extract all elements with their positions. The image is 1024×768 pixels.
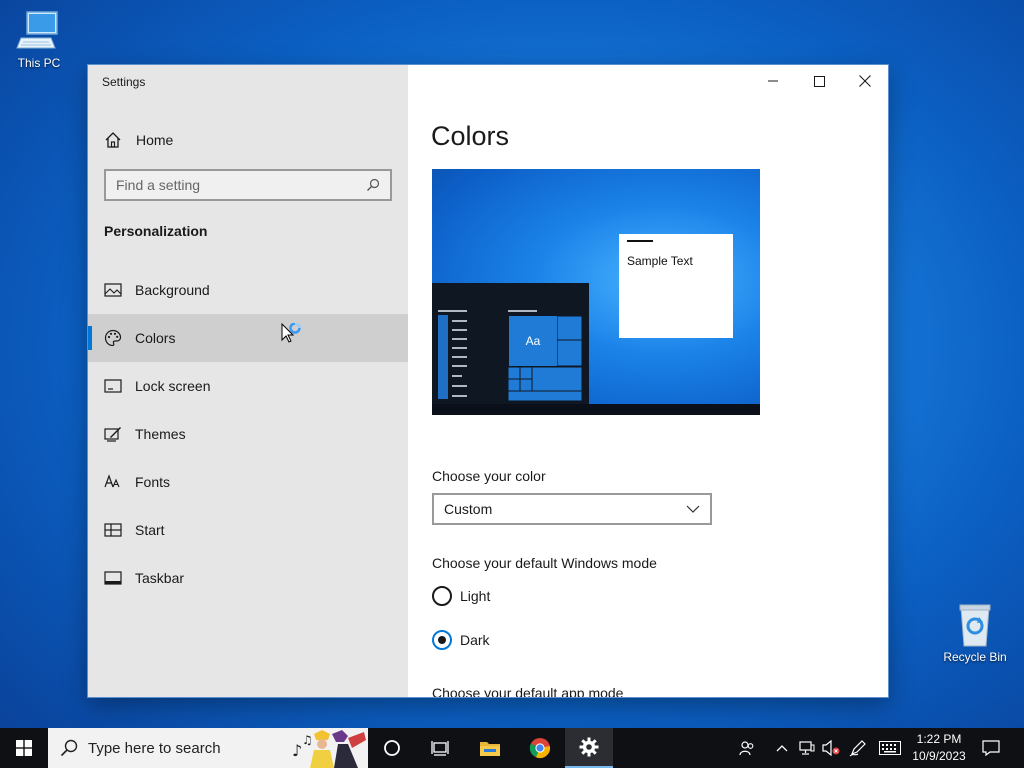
settings-sidebar: Settings Home Personalization Background [88,65,408,697]
page-title: Colors [431,121,510,151]
pen-icon [849,740,866,757]
settings-window: Settings Home Personalization Background [88,65,888,697]
radio-checked-icon [432,630,452,650]
action-center-button[interactable] [978,728,1004,768]
show-hidden-icons-button[interactable] [772,728,792,768]
nav-label-colors: Colors [135,330,176,346]
colors-page: Colors Sample Text Aa Choose your color … [408,65,888,697]
recycle-bin-desktop-icon[interactable]: Recycle Bin [938,602,1012,664]
choose-color-value: Custom [444,501,493,517]
search-highlight-illustration-icon: ♪ ♫ [288,728,368,768]
nav-label-lock-screen: Lock screen [135,378,211,394]
personalization-heading: Personalization [104,223,208,239]
cortana-button[interactable] [368,728,416,768]
dark-label: Dark [460,632,490,648]
nav-item-background[interactable]: Background [88,266,408,314]
settings-taskbar-button[interactable] [565,728,613,768]
nav-item-colors[interactable]: Colors [88,314,408,362]
nav-item-start[interactable]: Start [88,506,408,554]
chrome-icon [529,738,551,759]
taskbar-search-input[interactable] [88,739,288,757]
chevron-down-icon [686,505,700,513]
preview-start-menu: Aa [432,283,589,404]
svg-text:♫: ♫ [302,733,313,747]
start-icon [104,521,122,539]
taskbar-clock[interactable]: 1:22 PM 10/9/2023 [906,731,972,765]
chevron-up-icon [776,745,788,752]
choose-color-label: Choose your color [432,468,546,484]
find-setting-input[interactable] [116,177,366,193]
cortana-circle-icon [384,740,400,756]
nav-item-themes[interactable]: Themes [88,410,408,458]
nav-item-lock-screen[interactable]: Lock screen [88,362,408,410]
this-pc-desktop-icon[interactable]: This PC [2,8,76,70]
window-title: Settings [102,75,146,89]
people-icon [739,741,754,756]
volume-button[interactable] [820,728,842,768]
light-label: Light [460,588,491,604]
pen-workspace-button[interactable] [846,728,870,768]
windows-mode-dark-radio[interactable]: Dark [432,630,490,650]
nav-label-themes: Themes [135,426,186,442]
palette-icon [104,329,122,347]
this-pc-label: This PC [17,56,61,70]
network-button[interactable] [796,728,818,768]
computer-icon [15,8,63,54]
choose-color-dropdown[interactable]: Custom [432,493,712,525]
gear-icon [579,737,599,757]
preview-tile-aa: Aa [509,316,557,366]
windows-mode-light-radio[interactable]: Light [432,586,490,606]
folder-icon [480,742,500,756]
windows-logo-icon [16,740,32,756]
preview-sample-window: Sample Text [619,234,733,338]
preview-sample-text: Sample Text [627,254,693,268]
chrome-button[interactable] [516,728,564,768]
windows-mode-label: Choose your default Windows mode [432,555,657,571]
fonts-icon [104,473,122,491]
keyboard-icon [879,741,901,755]
home-icon [104,131,122,149]
picture-icon [104,281,122,299]
taskbar: ♪ ♫ [0,728,1024,768]
people-button[interactable] [734,728,760,768]
preview-taskbar [432,404,760,415]
nav-label-start: Start [135,522,165,538]
radio-unchecked-icon [432,586,452,606]
recycle-bin-label: Recycle Bin [943,650,1007,664]
app-mode-label: Choose your default app mode [432,685,624,697]
notifications-icon [982,740,1000,756]
search-icon [366,178,380,192]
lock-screen-icon [104,377,122,395]
busy-cursor-icon [281,322,305,347]
nav-label-background: Background [135,282,210,298]
home-label: Home [136,132,174,148]
touch-keyboard-button[interactable] [876,728,904,768]
file-explorer-button[interactable] [466,728,514,768]
svg-text:♪: ♪ [292,741,302,760]
nav-item-taskbar[interactable]: Taskbar [88,554,408,602]
task-view-button[interactable] [416,728,464,768]
themes-icon [104,425,122,443]
taskbar-search-box[interactable]: ♪ ♫ [48,728,368,768]
start-button[interactable] [0,728,48,768]
clock-date: 10/9/2023 [912,749,966,763]
nav-item-fonts[interactable]: Fonts [88,458,408,506]
task-view-icon [431,741,449,756]
personalization-nav: Background Colors Lock screen Themes Fon… [88,266,408,602]
search-icon [60,739,78,757]
nav-label-fonts: Fonts [135,474,171,490]
nav-label-taskbar: Taskbar [135,570,185,586]
taskbar-icon [104,569,122,587]
find-setting-search[interactable] [104,169,392,201]
recycle-bin-icon [951,602,999,648]
clock-time: 1:22 PM [916,732,962,746]
volume-muted-icon [822,740,840,756]
network-icon [799,741,815,755]
color-preview: Sample Text Aa [432,169,760,415]
home-nav-item[interactable]: Home [104,128,173,152]
